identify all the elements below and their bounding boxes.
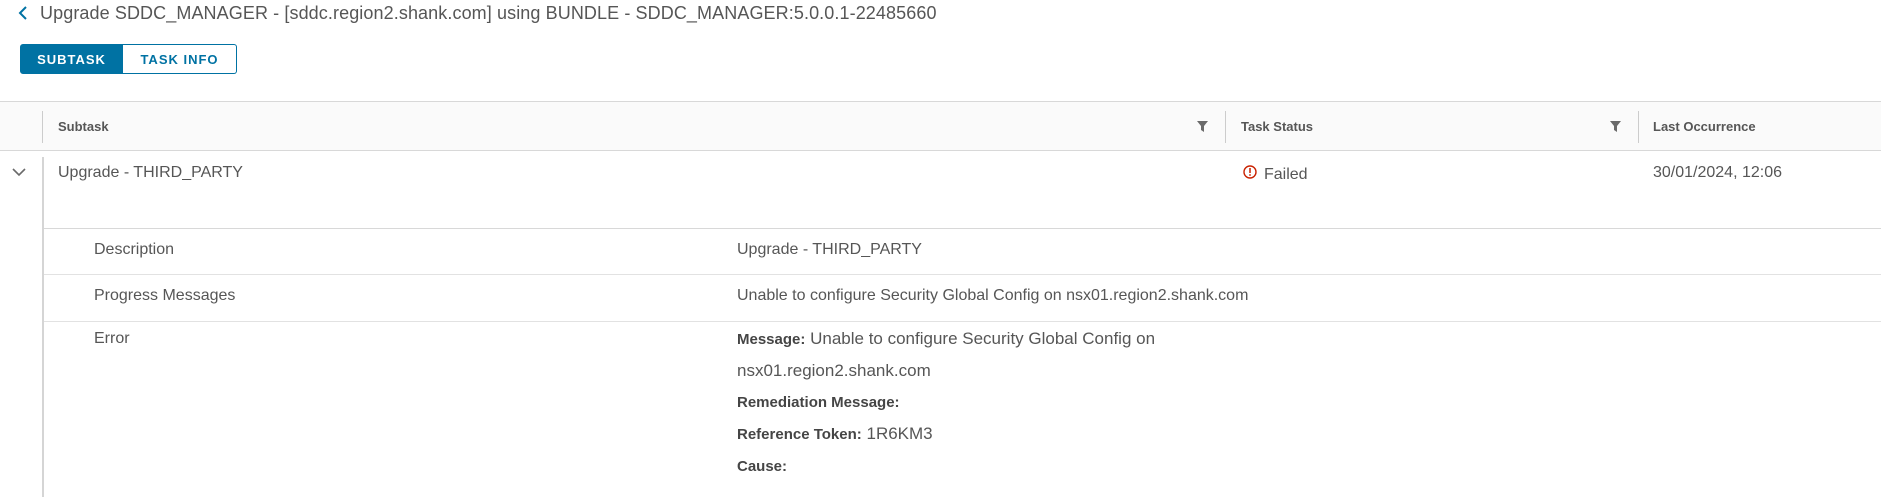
error-circle-icon [1242, 164, 1258, 185]
tab-group: SUBTASK TASK INFO [20, 44, 237, 74]
column-header-task-status[interactable]: Task Status [1241, 102, 1313, 150]
error-message: Message: Unable to configure Security Gl… [737, 323, 1155, 355]
column-header-subtask[interactable]: Subtask [58, 102, 109, 150]
detail-row-progress: Progress Messages Unable to configure Se… [44, 275, 1881, 322]
error-reference-token: Reference Token: 1R6KM3 [737, 418, 1155, 450]
error-reference-value: 1R6KM3 [866, 424, 933, 443]
error-message-continued: nsx01.region2.shank.com [737, 361, 931, 380]
tab-task-info[interactable]: TASK INFO [123, 44, 237, 74]
column-separator[interactable] [1225, 111, 1226, 143]
error-message-key: Message: [737, 331, 806, 348]
error-remediation-key: Remediation Message: [737, 394, 900, 411]
error-reference-key: Reference Token: [737, 426, 862, 443]
detail-label: Description [94, 241, 175, 258]
error-message-value: Unable to configure Security Global Conf… [810, 329, 1156, 348]
row-detail-panel: Description Upgrade - THIRD_PARTY Progre… [44, 228, 1881, 492]
chevron-left-icon[interactable] [12, 0, 34, 26]
status-badge: Failed [1242, 164, 1308, 185]
column-separator [42, 111, 43, 143]
detail-value: Upgrade - THIRD_PARTY [737, 241, 922, 258]
error-details: Message: Unable to configure Security Gl… [737, 323, 1155, 482]
page-title: Upgrade SDDC_MANAGER - [sddc.region2.sha… [40, 2, 937, 23]
detail-row-error: Error Message: Unable to configure Secur… [44, 322, 1881, 492]
tab-subtask[interactable]: SUBTASK [20, 44, 123, 74]
filter-icon[interactable] [1193, 117, 1211, 135]
error-cause: Cause: [737, 450, 1155, 482]
filter-icon[interactable] [1606, 117, 1624, 135]
chevron-down-icon[interactable] [8, 161, 30, 183]
detail-row-description: Description Upgrade - THIRD_PARTY [44, 229, 1881, 275]
detail-label: Error [94, 330, 130, 347]
last-occurrence: 30/01/2024, 12:06 [1653, 164, 1783, 181]
column-separator[interactable] [1638, 111, 1639, 143]
grid-header: Subtask Task Status Last Occurrence [0, 101, 1881, 151]
page-header: Upgrade SDDC_MANAGER - [sddc.region2.sha… [12, 0, 937, 26]
status-text: Failed [1264, 165, 1308, 183]
detail-value: Unable to configure Security Global Conf… [737, 287, 1249, 304]
column-header-last-occurrence[interactable]: Last Occurrence [1653, 102, 1756, 150]
error-remediation: Remediation Message: [737, 386, 1155, 418]
error-cause-key: Cause: [737, 458, 788, 475]
subtask-name: Upgrade - THIRD_PARTY [58, 164, 243, 181]
detail-label: Progress Messages [94, 287, 236, 304]
table-row: Upgrade - THIRD_PARTY Failed 30/01/2024,… [0, 151, 1881, 497]
